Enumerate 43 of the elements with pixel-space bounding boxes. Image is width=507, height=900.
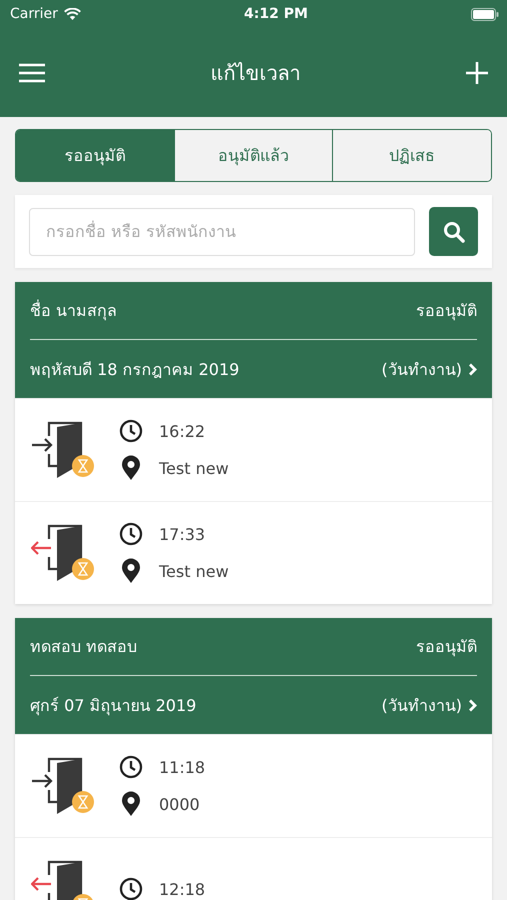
entry-time: 17:33 <box>159 524 206 544</box>
request-header[interactable]: ชื่อ นามสกุล รออนุมัติ พฤหัสบดี 18 กรกฎาคม 2019 (วันทำงาน) <box>15 282 492 398</box>
chevron-icon <box>468 698 477 712</box>
entry-time: 12:18 <box>159 880 206 898</box>
employee-name: ทดสอบ ทดสอบ <box>30 636 138 658</box>
location-pin-icon <box>119 558 143 584</box>
day-type: (วันทำงาน) <box>382 694 462 716</box>
location-pin-icon <box>119 791 143 817</box>
entry-location: Test new <box>159 562 229 580</box>
entry-location: 0000 <box>159 794 200 814</box>
plus-icon <box>465 60 489 84</box>
request-header[interactable]: ทดสอบ ทดสอบ รออนุมัติ ศุกร์ 07 มิถุนายน 2019 (วันทำงาน) <box>15 618 492 734</box>
door-icon <box>31 756 95 816</box>
search-icon <box>442 220 464 242</box>
clock-icon <box>119 877 143 900</box>
entry-location: Test new <box>159 458 229 478</box>
page-title: แก้ไขเวลา <box>210 60 300 86</box>
clock-icon <box>119 755 143 779</box>
clock-time: 4:12 PM <box>244 6 308 22</box>
request-date: ศุกร์ 07 มิถุนายน 2019 <box>30 694 196 718</box>
menu-button[interactable] <box>18 62 46 82</box>
add-button[interactable] <box>465 60 489 84</box>
entry-time: 11:18 <box>159 758 206 776</box>
search-button[interactable] <box>429 207 478 256</box>
location-pin-icon <box>119 455 143 481</box>
battery-icon <box>471 8 499 20</box>
request-date: พฤหัสบดี 18 กรกฎาคม 2019 <box>30 358 240 380</box>
status-label: รออนุมัติ <box>416 300 477 322</box>
employee-name: ชื่อ นามสกุล <box>30 298 118 322</box>
clock-icon <box>119 419 143 443</box>
wifi-icon <box>64 8 81 20</box>
menu-icon <box>18 62 46 82</box>
day-type: (วันทำงาน) <box>382 358 462 380</box>
door-icon <box>31 523 95 583</box>
status-tab[interactable]: ปฏิเสธ <box>332 130 491 181</box>
carrier-label: Carrier <box>10 6 58 22</box>
status-label: รออนุมัติ <box>416 636 477 658</box>
search-field[interactable]: กรอกชื่อ หรือ รหัสพนักงาน <box>29 208 415 256</box>
chevron-icon <box>468 362 477 376</box>
status-tab[interactable]: รออนุมัติ <box>16 130 174 181</box>
entry-time: 16:22 <box>159 422 206 440</box>
door-icon <box>31 420 95 480</box>
clock-icon <box>119 522 143 546</box>
